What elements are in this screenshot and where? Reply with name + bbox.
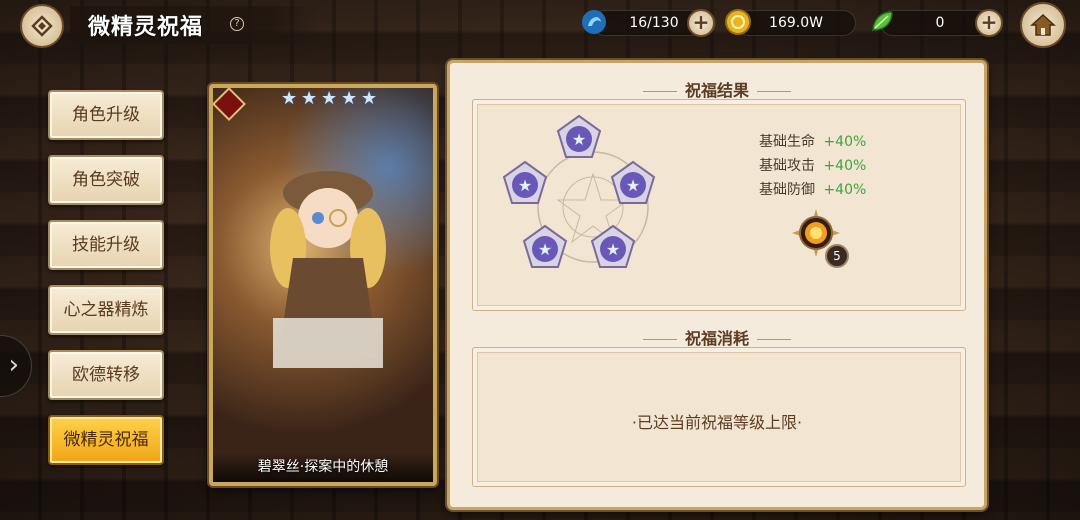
stat-value: +40% [823,182,867,198]
stat-list: 基础生命 +40% 基础攻击 +40% 基础防御 +40% [759,130,866,202]
star-icon: ★ [281,88,298,109]
gold-value: 169.0W [769,15,823,31]
ornament-divider [642,339,677,340]
page-title: 微精灵祝福 [88,15,204,40]
star-gem-icon: ★ [590,224,636,268]
stamina-value: 16/130 [629,15,679,31]
stat-value: +40% [823,134,867,150]
cost-title: 祝福消耗 [684,329,749,348]
star-gem-icon: ★ [556,114,602,158]
menu-item-sprite-blessing[interactable]: 微精灵祝福 [48,415,164,465]
character-portrait [270,171,386,368]
character-card[interactable]: ★ ★ ★ ★ ★ 碧翠丝·探案中的休憩 [209,84,437,486]
stat-row-hp: 基础生命 +40% [759,130,866,154]
stat-row-def: 基础防御 +40% [759,178,866,202]
star-gem-icon: ★ [502,160,548,204]
max-level-message: ·已达当前祝福等级上限· [631,413,803,432]
gem-value: 0 [935,15,945,31]
stat-label: 基础防御 [759,182,815,198]
svg-text:★: ★ [518,176,532,195]
add-gem-button[interactable]: + [975,9,1003,37]
add-stamina-button[interactable]: + [687,9,715,37]
stat-row-atk: 基础攻击 +40% [759,154,866,178]
result-section-header: 祝福结果 [450,77,984,101]
blessing-panel: 祝福结果 ★ ★ ★ ★ ★ 基础生命 +40% 基础攻击 +40% 基础防御 … [447,60,987,510]
star-icon: ★ [361,88,378,109]
result-box: ★ ★ ★ ★ ★ 基础生命 +40% 基础攻击 +40% 基础防御 +40% … [472,99,966,311]
buff-level-badge: 5 [825,244,849,268]
menu-item-character-upgrade[interactable]: 角色升级 [48,90,164,140]
stat-label: 基础生命 [759,134,815,150]
menu-item-ode-transfer[interactable]: 欧德转移 [48,350,164,400]
star-icon: ★ [321,88,338,109]
menu-item-character-breakthrough[interactable]: 角色突破 [48,155,164,205]
home-icon [1030,13,1056,36]
top-bar: 微精灵祝福 ? 16/130 + 169.0W 0 + [0,0,1080,48]
result-title: 祝福结果 [684,81,749,100]
menu-item-skill-upgrade[interactable]: 技能升级 [48,220,164,270]
star-icon: ★ [301,88,318,109]
svg-text:★: ★ [538,240,552,259]
menu-item-heart-refine[interactable]: 心之器精炼 [48,285,164,335]
gold-counter: 169.0W [736,10,856,36]
stat-label: 基础攻击 [759,158,815,174]
svg-text:★: ★ [572,130,586,149]
back-button[interactable] [20,4,64,48]
ornament-divider [757,91,791,92]
element-emblem-icon [213,88,246,121]
blue-dragon-icon [582,10,606,34]
home-button[interactable] [1020,2,1066,48]
gold-coin-icon [725,9,751,35]
svg-text:★: ★ [606,240,620,259]
ornament-divider [642,91,677,92]
character-name: 碧翠丝·探案中的休憩 [257,459,389,475]
back-diamond-icon [31,15,53,37]
ornament-divider [757,339,791,340]
star-rating: ★ ★ ★ ★ ★ [281,90,379,108]
cost-section-header: 祝福消耗 [450,325,984,349]
green-leaf-gem-icon [872,11,893,31]
star-gem-icon: ★ [522,224,568,268]
svg-text:★: ★ [626,176,640,195]
star-icon: ★ [341,88,358,109]
stat-value: +40% [823,158,867,174]
star-gem-icon: ★ [610,160,656,204]
help-icon[interactable]: ? [230,17,244,31]
